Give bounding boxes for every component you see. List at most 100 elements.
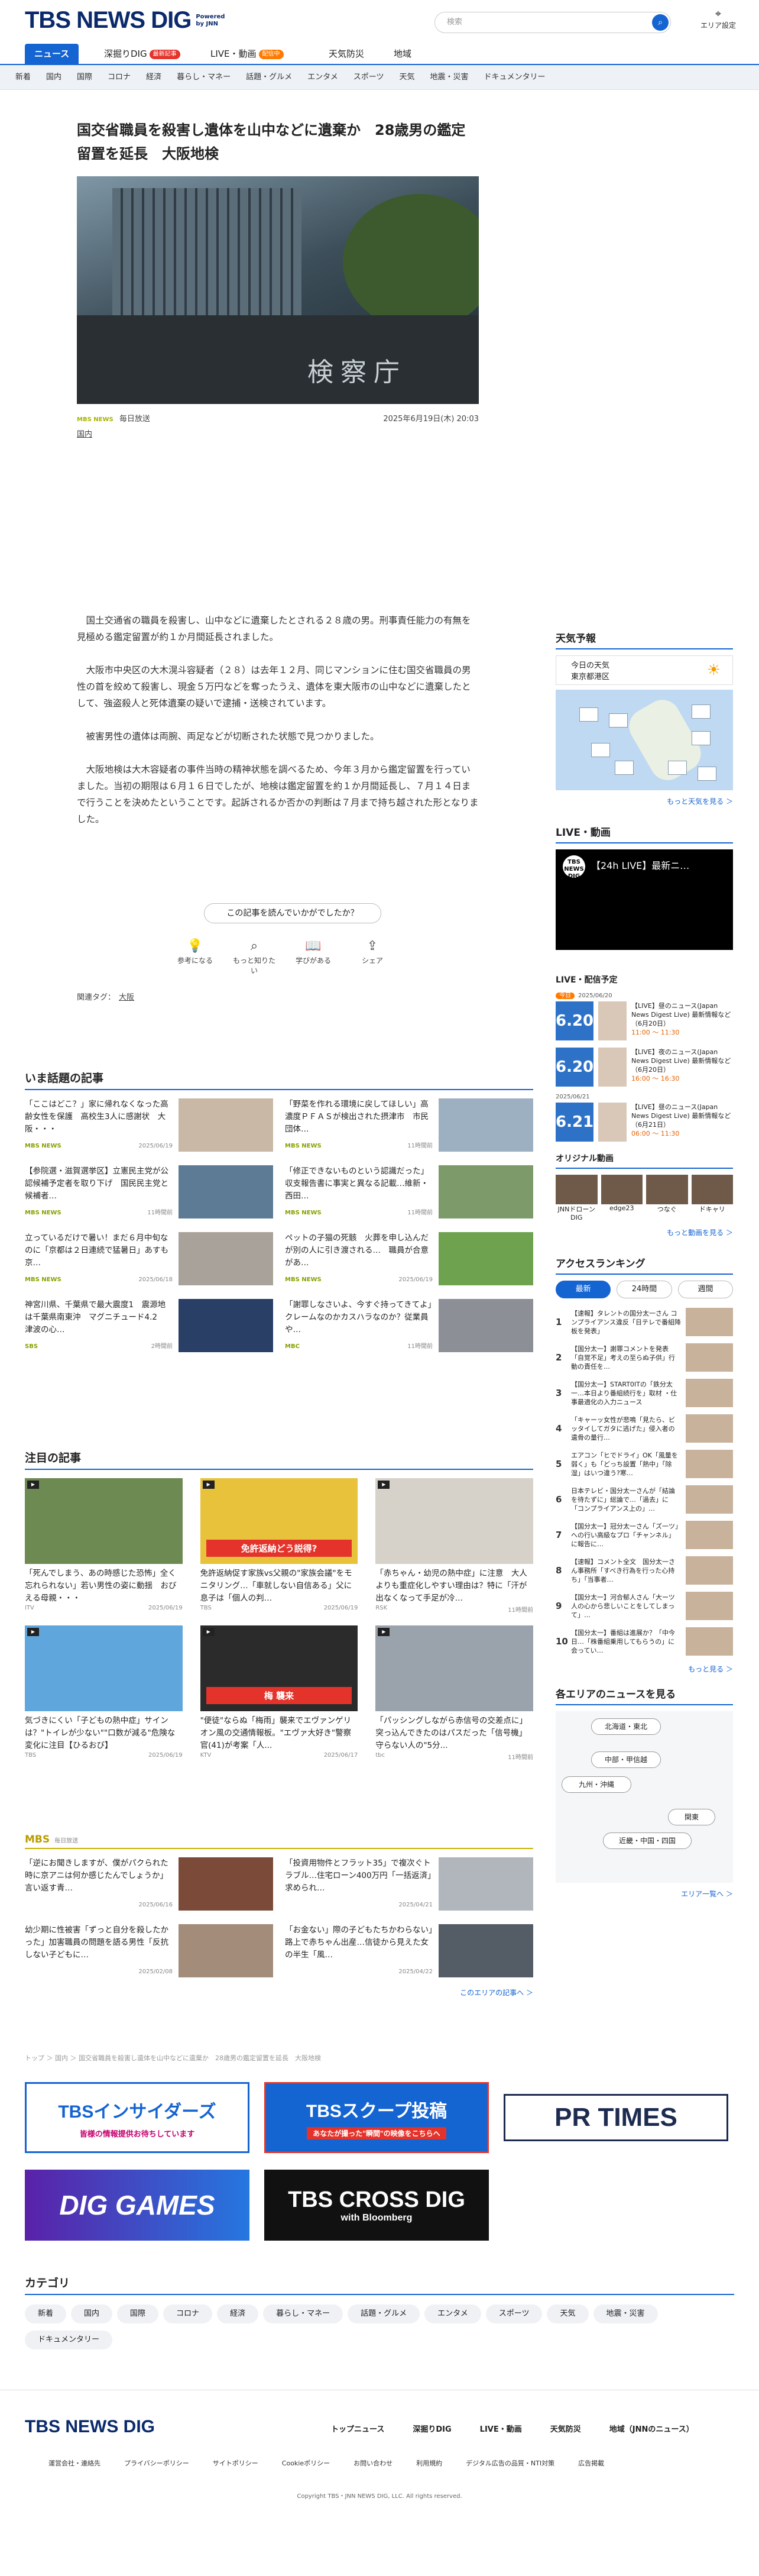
ranking-item[interactable]: 4 「キャーッ女性が悲鳴「見たら、ビッタイしてガタに逃げた」侵入者の遺骨の量行…	[556, 1412, 733, 1445]
live-video-player[interactable]: TBS NEWS DIG 【24h LIVE】最新ニ…	[556, 849, 733, 950]
share-button[interactable]: ⇪ シェア	[349, 938, 396, 975]
ranking-item[interactable]: 10 【国分太一】番組は進展か？「中今日…「株番組乗用してもらうの」に会ってい…	[556, 1625, 733, 1658]
area-hokkaido-tohoku[interactable]: 北海道・東北	[591, 1718, 661, 1735]
area-chubu[interactable]: 中部・甲信越	[591, 1751, 661, 1768]
subnav-item[interactable]: 天気	[399, 65, 414, 90]
ranking-item[interactable]: 1 【速報】タレントの国分太一さん コンプライアンス違反「日テレで番組降板を発表」	[556, 1305, 733, 1339]
featured-item[interactable]: ▶ 「赤ちゃん・幼児の熱中症」に注意 大人よりも重症化しやすい理由は？特に「汗が出…	[375, 1478, 533, 1614]
schedule-item[interactable]: 6.20 【LIVE】昼のニュース(Japan News Digest Live)…	[556, 1001, 733, 1040]
footer-link[interactable]: Cookieポリシー	[282, 2458, 330, 2468]
category-chip[interactable]: コロナ	[163, 2304, 213, 2323]
footer-link[interactable]: お問い合わせ	[353, 2458, 393, 2468]
mbs-more-link[interactable]: このエリアの記事へ ＞	[25, 1987, 533, 1998]
area-more-link[interactable]: エリア一覧へ ＞	[556, 1889, 733, 1899]
weather-map[interactable]	[556, 690, 733, 790]
footer-nav-item[interactable]: 地域（JNNのニュース）	[609, 2423, 694, 2434]
subnav-item[interactable]: コロナ	[108, 65, 131, 90]
scoop-banner[interactable]: TBSスクープ投稿 あなたが撮った"瞬間"の映像をこちらへ	[264, 2082, 489, 2153]
featured-item[interactable]: ▶ 「パッシングしながら赤信号の交差点に」突っ込んできたのはパスだった「信号機」守…	[375, 1625, 533, 1761]
tab-news[interactable]: ニュース	[25, 44, 79, 64]
original-video[interactable]: ドキャリ	[691, 1175, 733, 1221]
reaction-more-button[interactable]: ⌕ もっと知りたい	[231, 938, 278, 975]
footer-link[interactable]: プライバシーポリシー	[124, 2458, 189, 2468]
weather-today[interactable]: 今日の天気 東京都港区 ☀	[556, 655, 733, 685]
subnav-item[interactable]: ドキュメンタリー	[484, 65, 546, 90]
ranking-tab[interactable]: 最新	[556, 1281, 611, 1298]
category-chip[interactable]: スポーツ	[485, 2304, 543, 2323]
footer-link[interactable]: 広告掲載	[578, 2458, 604, 2468]
category-chip[interactable]: エンタメ	[424, 2304, 481, 2323]
subnav-item[interactable]: 経済	[146, 65, 161, 90]
subnav-item[interactable]: スポーツ	[353, 65, 384, 90]
ranking-more-link[interactable]: もっと見る ＞	[556, 1664, 733, 1674]
schedule-item[interactable]: 6.20 【LIVE】夜のニュース(Japan News Digest Live)…	[556, 1048, 733, 1087]
news-item[interactable]: 「修正できないものという認識だった」収支報告書に事実と異なる記載…維新・西田… M…	[285, 1165, 533, 1221]
original-video[interactable]: つなぐ	[646, 1175, 688, 1221]
ranking-item[interactable]: 9 【国分太一】河合郁人さん「大ーツ人の心から悲しいことをしてしまって」…	[556, 1589, 733, 1622]
site-logo[interactable]: TBS NEWS DIG Powered by JNN	[25, 7, 225, 34]
article-category-link[interactable]: 国内	[77, 428, 479, 439]
cross-dig-banner[interactable]: TBS CROSS DIG with Bloomberg	[264, 2170, 489, 2241]
subnav-item[interactable]: 暮らし・マネー	[177, 65, 231, 90]
tab-region[interactable]: 地域	[384, 44, 421, 64]
reaction-helpful-button[interactable]: 💡 参考になる	[171, 938, 219, 975]
subnav-item[interactable]: 国内	[46, 65, 61, 90]
tag-link[interactable]: 大阪	[119, 993, 134, 1002]
featured-item[interactable]: ▶ 梅 襲来 "便徒"ならぬ「梅雨」襲来でエヴァンゲリオン風の交通情報板。"エヴァ大…	[200, 1625, 358, 1761]
category-chip[interactable]: 地震・災害	[593, 2304, 658, 2323]
area-settings-button[interactable]: ⌖ エリア設定	[692, 8, 745, 30]
featured-item[interactable]: ▶ 気づきにくい「子どもの熱中症」サインは？"トイレが少ない""口数が減る"危険な…	[25, 1625, 183, 1761]
search-input[interactable]: 検索 ⌕	[434, 12, 671, 33]
footer-link[interactable]: 利用規約	[416, 2458, 442, 2468]
footer-link[interactable]: デジタル広告の品質・NTI対策	[466, 2458, 554, 2468]
footer-logo[interactable]: TBS NEWS DIG	[25, 2417, 155, 2437]
tab-live[interactable]: LIVE・動画 配信中	[201, 44, 293, 64]
ranking-item[interactable]: 7 【国分太一】冠分太一さん「ズ一ツ」への行い高級なプロ「チャンネル」に報告に…	[556, 1518, 733, 1552]
news-item[interactable]: 神宮川県、千葉県で最大震度1 震源地は千葉県南東沖 マグニチュード4.2 津波の…	[25, 1299, 273, 1355]
footer-nav-item[interactable]: 天気防災	[550, 2423, 581, 2434]
ranking-tab[interactable]: 週間	[677, 1281, 733, 1298]
search-icon[interactable]: ⌕	[652, 14, 669, 31]
news-item[interactable]: 幼少期に性被害「ずっと自分を殺したかった」加害職員の問題を語る男性「反抗しない子…	[25, 1924, 273, 1980]
ranking-item[interactable]: 6 日本テレビ・国分太一さんが「結論を待たずに」総論で…「過去」に「コンプライアン…	[556, 1483, 733, 1516]
subnav-item[interactable]: 国際	[77, 65, 92, 90]
category-chip[interactable]: 暮らし・マネー	[263, 2304, 343, 2323]
tab-weather[interactable]: 天気防災	[319, 44, 374, 64]
category-chip[interactable]: 国内	[71, 2304, 113, 2323]
news-item[interactable]: 「謝罪しなさいよ、今すぐ持ってきてよ」クレームなのかカスハラなのか？従業員や… M…	[285, 1299, 533, 1355]
footer-link[interactable]: サイトポリシー	[213, 2458, 258, 2468]
area-kanto[interactable]: 関東	[668, 1809, 715, 1825]
ranking-item[interactable]: 2 【国分太一】謝罪コメントを発表「自覚不足」考えの至らぬ子供」行動の責任を…	[556, 1341, 733, 1374]
ranking-item[interactable]: 8 【速報】コメント全文 国分太一さん事務所「すべき行為を行った心持ち」「当事者…	[556, 1554, 733, 1587]
subnav-item[interactable]: 地震・災害	[430, 65, 469, 90]
featured-item[interactable]: ▶ 免許返納どう説得? 免許返納促す家族vs父親の"家族会議"をモニタリング…「車就…	[200, 1478, 358, 1614]
original-video[interactable]: edge23	[601, 1175, 643, 1221]
news-item[interactable]: 【参院選・滋賀選挙区】立憲民主党が公認候補予定者を取り下げ 国民民主党と候補者……	[25, 1165, 273, 1221]
weather-more-link[interactable]: もっと天気を見る ＞	[556, 796, 733, 806]
featured-item[interactable]: ▶ 「死んでしまう、あの時感じた恐怖」全く忘れられない」若い男性の姿に動揺 おびえ…	[25, 1478, 183, 1614]
original-video[interactable]: JNNドローンDIG	[556, 1175, 598, 1221]
news-item[interactable]: 「投資用物件とフラット35」で複次ぐトラブル…住宅ローン400万円「一括返済」求…	[285, 1857, 533, 1914]
schedule-item[interactable]: 6.21 【LIVE】昼のニュース(Japan News Digest Live)…	[556, 1103, 733, 1142]
news-item[interactable]: ペットの子猫の死骸 火葬を申し込んだが別の人に引き渡される… 職員が合意があ… M…	[285, 1232, 533, 1288]
video-more-link[interactable]: もっと動画を見る ＞	[556, 1227, 733, 1237]
tab-dig[interactable]: 深掘りDIG 最新記事	[95, 44, 190, 64]
news-item[interactable]: 「ここはどこ？」家に帰れなくなった高齢女性を保護 高校生3人に感謝状 大阪・・・…	[25, 1098, 273, 1155]
dig-games-banner[interactable]: DIG GAMES	[25, 2170, 249, 2241]
footer-nav-item[interactable]: LIVE・動画	[480, 2423, 522, 2434]
footer-nav-item[interactable]: 深掘りDIG	[413, 2423, 451, 2434]
ranking-item[interactable]: 5 エアコン「ヒでドライ」OK「風量を弱く」も「どっち設置「熱中」「除湿」はいつ違…	[556, 1447, 733, 1481]
ranking-tab[interactable]: 24時間	[617, 1281, 672, 1298]
footer-nav-item[interactable]: トップニュース	[331, 2423, 384, 2434]
news-item[interactable]: 「野菜を作れる環境に戻してほしい」高濃度ＰＦＡＳが検出された摂津市 市民団体… M…	[285, 1098, 533, 1155]
area-kyushu[interactable]: 九州・沖縄	[562, 1776, 631, 1793]
category-chip[interactable]: 新着	[25, 2304, 67, 2323]
news-item[interactable]: 「逆にお聞きしますが、僕がパクられた時に京アニは何か感じたんでしょうか」言い返す…	[25, 1857, 273, 1914]
footer-link[interactable]: 運営会社・連絡先	[48, 2458, 100, 2468]
area-kinki[interactable]: 近畿・中国・四国	[603, 1832, 692, 1849]
category-chip[interactable]: ドキュメンタリー	[25, 2331, 113, 2349]
ranking-item[interactable]: 3 【国分太一】START0ITの「鉄分太一…本日より番組続行を」取材 ・仕事最適…	[556, 1376, 733, 1410]
subnav-item[interactable]: 新着	[15, 65, 31, 90]
subnav-item[interactable]: エンタメ	[307, 65, 338, 90]
reaction-learn-button[interactable]: 📖 学びがある	[290, 938, 337, 975]
